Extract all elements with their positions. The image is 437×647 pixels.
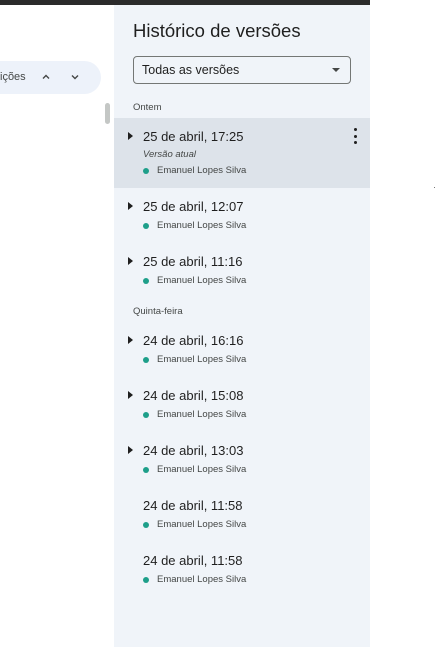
version-filter-value: Todas as versões	[142, 63, 240, 77]
group-label: Quinta-feira	[133, 306, 183, 317]
version-item[interactable]: 25 de abril, 12:07 Emanuel Lopes Silva	[114, 188, 370, 243]
author-name: Emanuel Lopes Silva	[157, 464, 247, 475]
expand-arrow-icon[interactable]	[128, 202, 133, 210]
version-author: Emanuel Lopes Silva	[143, 165, 246, 176]
group-label: Ontem	[133, 102, 162, 113]
find-bar-text: ições	[0, 71, 26, 83]
expand-arrow-icon[interactable]	[128, 132, 133, 140]
author-name: Emanuel Lopes Silva	[157, 354, 247, 365]
version-date: 25 de abril, 11:16	[143, 254, 243, 269]
version-date: 24 de abril, 11:58	[143, 553, 243, 568]
version-date: 24 de abril, 15:08	[143, 388, 244, 403]
version-author: Emanuel Lopes Silva	[143, 409, 246, 420]
version-date: 24 de abril, 13:03	[143, 443, 244, 458]
author-color-dot	[143, 576, 149, 583]
panel-title: Histórico de versões	[133, 20, 301, 41]
version-author: Emanuel Lopes Silva	[143, 464, 246, 475]
document-scrollbar[interactable]	[105, 103, 110, 124]
dropdown-caret-icon	[332, 68, 340, 72]
version-author: Emanuel Lopes Silva	[143, 574, 246, 585]
version-date: 24 de abril, 11:58	[143, 498, 243, 513]
author-color-dot	[143, 222, 149, 229]
version-item[interactable]: 25 de abril, 17:25 Versão atual Emanuel Lo…	[114, 118, 370, 188]
author-color-dot	[143, 356, 149, 363]
version-item[interactable]: 25 de abril, 11:16 Emanuel Lopes Silva	[114, 243, 370, 298]
find-replace-bar: ições	[0, 61, 101, 94]
author-name: Emanuel Lopes Silva	[157, 220, 247, 231]
expand-arrow-icon[interactable]	[128, 446, 133, 454]
author-color-dot	[143, 466, 149, 473]
current-version-label: Versão atual	[143, 149, 196, 160]
version-history-panel: Histórico de versões Todas as versões On…	[114, 5, 370, 647]
version-item[interactable]: 24 de abril, 15:08 Emanuel Lopes Silva	[114, 377, 370, 432]
document-area: ições	[0, 5, 114, 647]
author-color-dot	[143, 411, 149, 418]
version-item[interactable]: 24 de abril, 16:16 Emanuel Lopes Silva	[114, 322, 370, 377]
version-date: 24 de abril, 16:16	[143, 333, 244, 348]
expand-arrow-icon[interactable]	[128, 336, 133, 344]
author-name: Emanuel Lopes Silva	[157, 574, 247, 585]
author-color-dot	[143, 277, 149, 284]
version-date: 25 de abril, 12:07	[143, 199, 244, 214]
author-name: Emanuel Lopes Silva	[157, 519, 247, 530]
version-item[interactable]: 24 de abril, 13:03 Emanuel Lopes Silva	[114, 432, 370, 487]
author-name: Emanuel Lopes Silva	[157, 275, 247, 286]
chevron-up-icon[interactable]	[38, 69, 54, 85]
version-author: Emanuel Lopes Silva	[143, 220, 246, 231]
version-item[interactable]: 24 de abril, 11:58 Emanuel Lopes Silva	[114, 487, 370, 542]
right-margin	[370, 0, 437, 647]
version-author: Emanuel Lopes Silva	[143, 519, 246, 530]
version-author: Emanuel Lopes Silva	[143, 354, 246, 365]
version-filter-select[interactable]: Todas as versões	[133, 56, 351, 84]
expand-arrow-icon[interactable]	[128, 391, 133, 399]
version-item[interactable]: 24 de abril, 11:58 Emanuel Lopes Silva	[114, 542, 370, 597]
author-color-dot	[143, 167, 149, 174]
chevron-down-icon[interactable]	[67, 69, 83, 85]
stray-dot	[434, 187, 435, 188]
more-options-icon[interactable]	[352, 128, 358, 144]
version-author: Emanuel Lopes Silva	[143, 275, 246, 286]
author-name: Emanuel Lopes Silva	[157, 165, 247, 176]
version-date: 25 de abril, 17:25	[143, 129, 244, 144]
expand-arrow-icon[interactable]	[128, 257, 133, 265]
author-color-dot	[143, 521, 149, 528]
author-name: Emanuel Lopes Silva	[157, 409, 247, 420]
